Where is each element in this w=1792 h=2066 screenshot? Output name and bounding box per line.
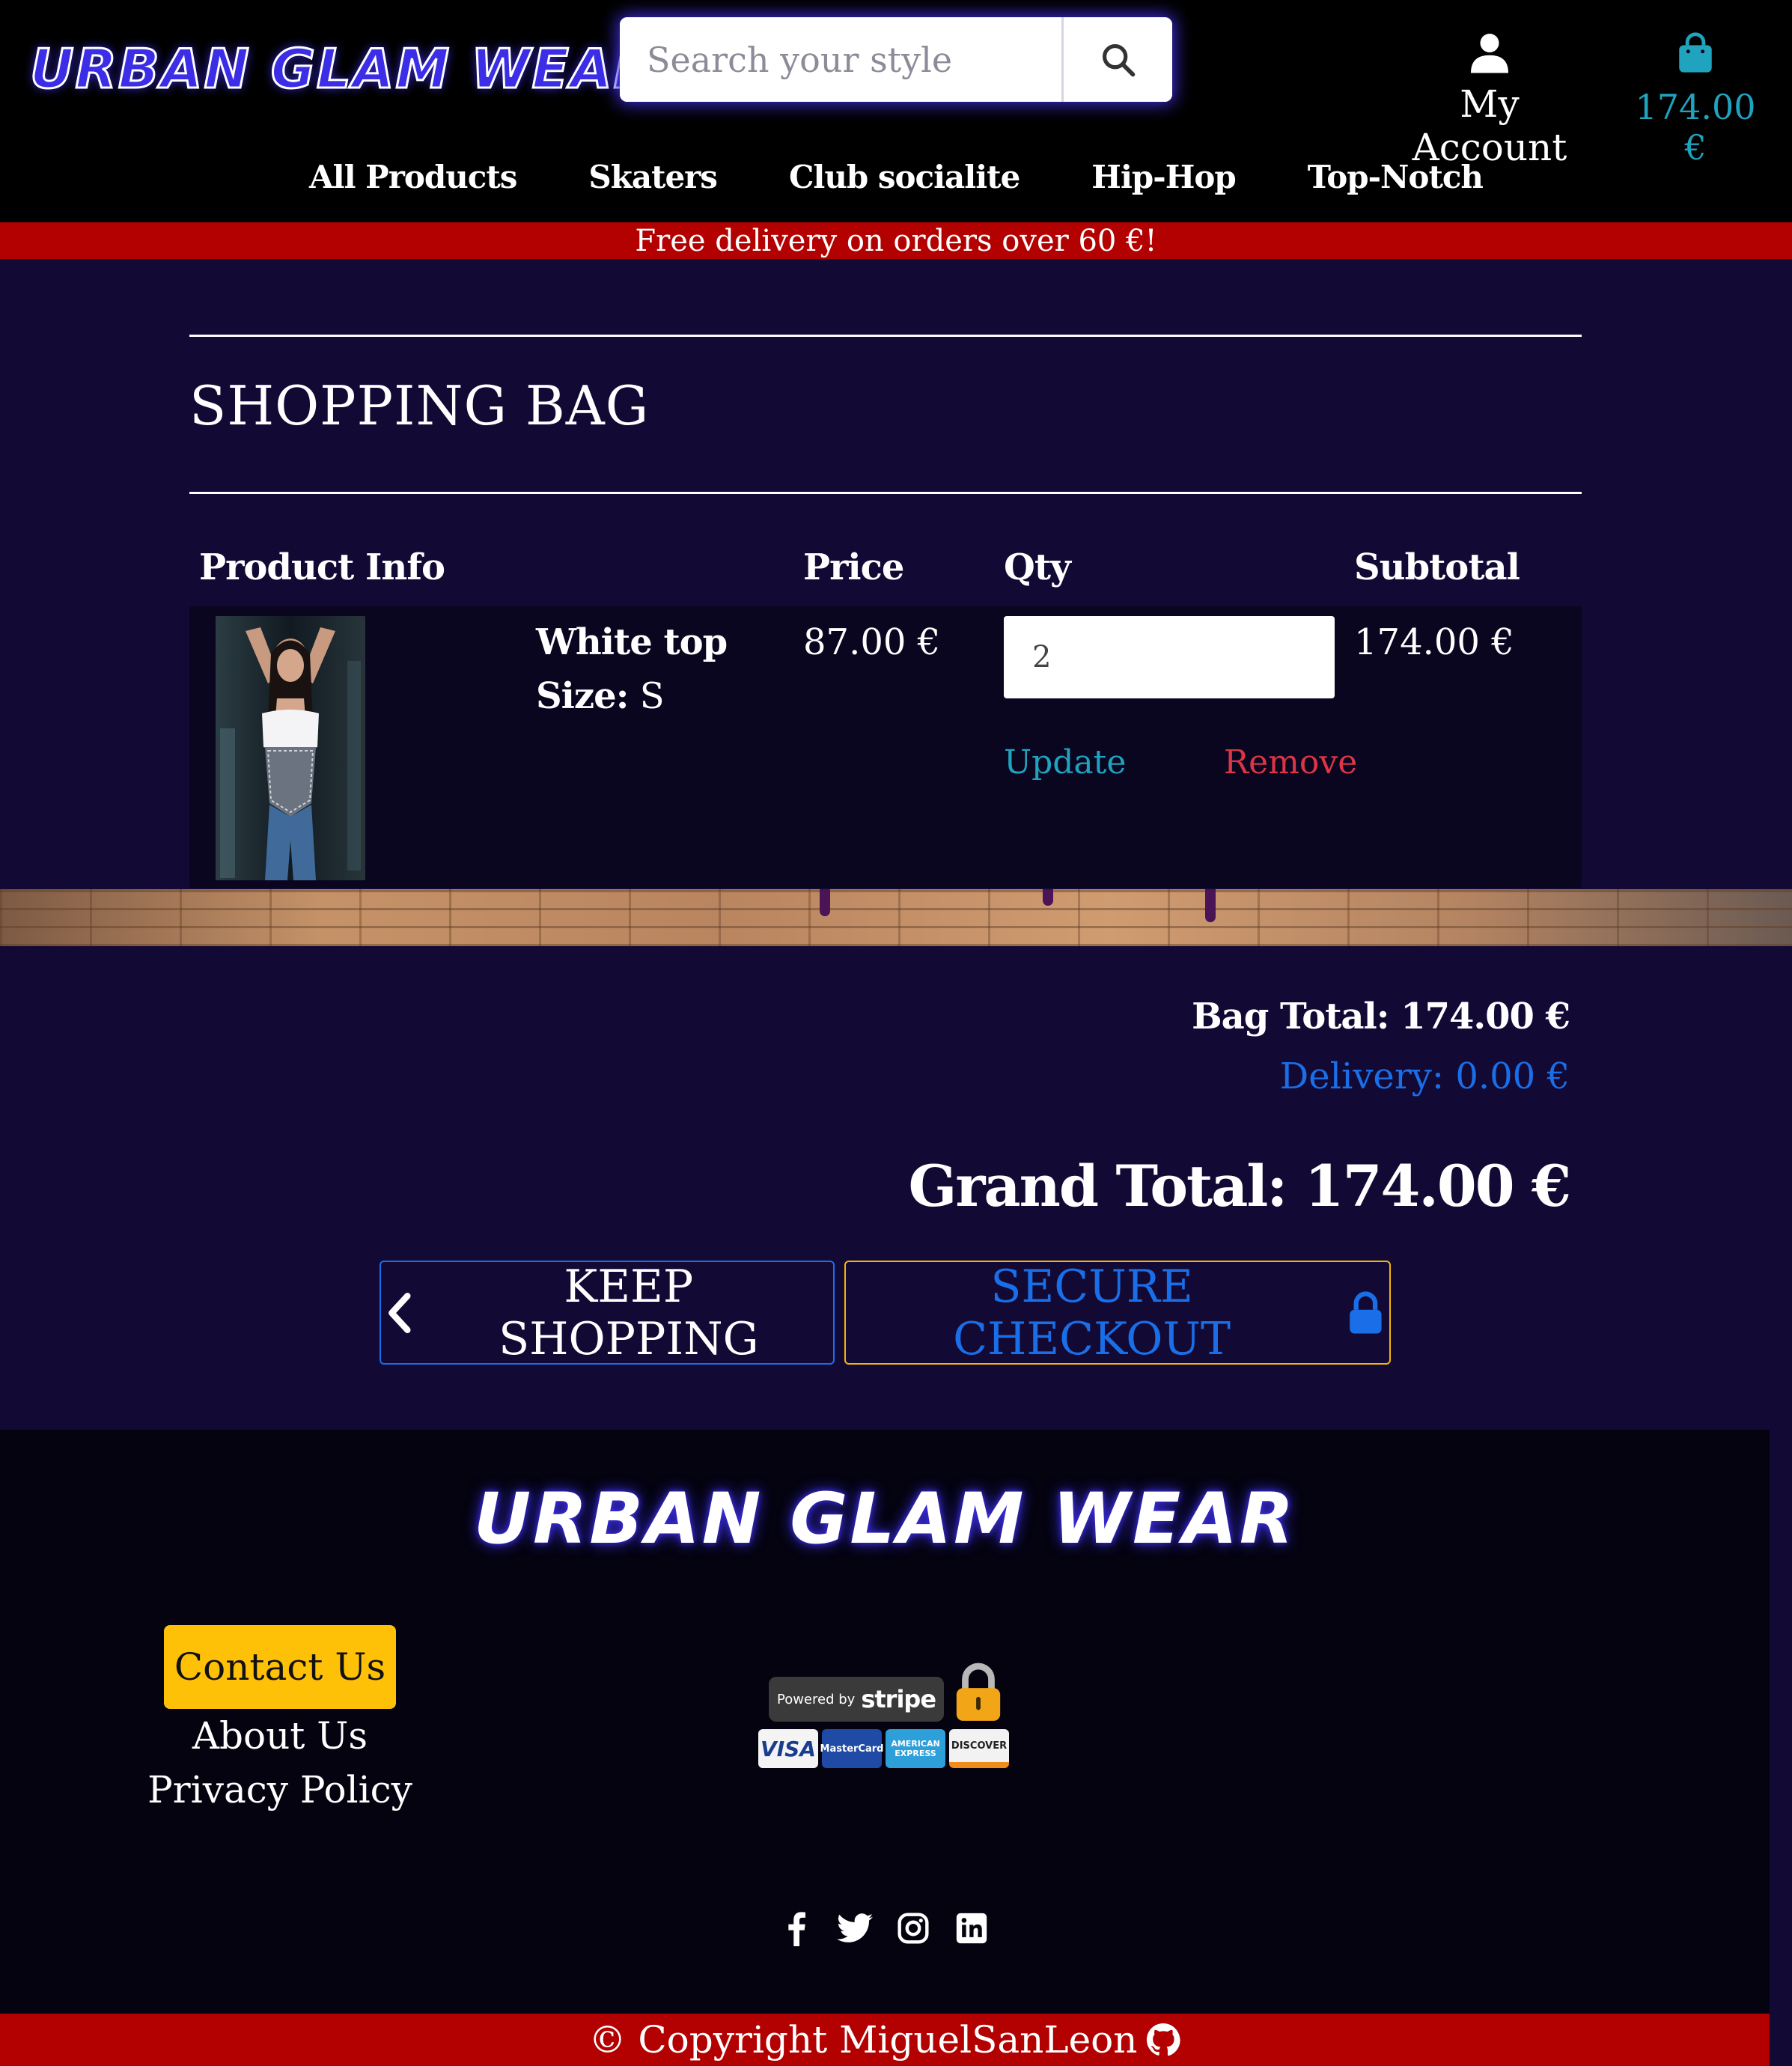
instagram-icon[interactable] [895,1910,931,1946]
main-nav: All Products Skaters Club socialite Hip-… [0,159,1792,195]
column-header-product-info: Product Info [199,546,445,588]
twitter-icon[interactable] [837,1910,873,1946]
secure-checkout-label: SECURE CHECKOUT [953,1260,1231,1365]
powered-by-stripe: Powered by stripe [769,1677,944,1722]
search-bar [620,17,1172,102]
free-delivery-banner: Free delivery on orders over 60 €! [0,222,1792,259]
shopping-bag-link[interactable]: 174.00 € [1624,30,1767,168]
divider [189,335,1582,337]
grand-total: Grand Total: 174.00 € [908,1153,1571,1219]
my-account-link[interactable]: My Account [1392,30,1587,169]
divider [189,492,1582,494]
bag-total: Bag Total: 174.00 € [1192,996,1570,1037]
about-us-link[interactable]: About Us [164,1714,396,1758]
powered-by-label: Powered by [776,1691,856,1707]
page-title: SHOPPING BAG [189,374,650,437]
site-logo[interactable]: URBAN GLAM WEAR [28,37,656,102]
column-header-subtotal: Subtotal [1354,546,1520,588]
quantity-input[interactable] [1004,616,1335,698]
nav-skaters[interactable]: Skaters [588,159,718,195]
secure-checkout-button[interactable]: SECURE CHECKOUT [844,1261,1391,1365]
paint-drip [1043,889,1053,906]
linkedin-icon[interactable] [954,1910,990,1946]
visa-logo: VISA [758,1729,818,1768]
brick-wall-decoration [0,889,1792,946]
my-account-label: My Account [1412,82,1567,169]
nav-club-socialite[interactable]: Club socialite [789,159,1020,195]
social-links [778,1910,990,1946]
contact-us-button[interactable]: Contact Us [164,1625,396,1709]
footer-logo: URBAN GLAM WEAR [473,1478,1296,1560]
product-name[interactable]: White top [536,621,728,663]
mastercard-logo: MasterCard [820,1729,883,1768]
nav-top-notch[interactable]: Top-Notch [1308,159,1484,195]
padlock-icon [956,1663,1001,1721]
search-button[interactable] [1061,17,1172,102]
paint-drip [1205,889,1216,922]
github-icon[interactable] [1146,2023,1181,2057]
amex-logo: AMERICAN EXPRESS [886,1729,945,1768]
delivery-cost: Delivery: 0.00 € [1279,1055,1570,1097]
product-price: 87.00 € [803,621,941,663]
stripe-wordmark: stripe [861,1685,936,1713]
nav-hip-hop[interactable]: Hip-Hop [1091,159,1236,195]
product-size: Size: S [536,675,665,717]
keep-shopping-label: KEEP SHOPPING [499,1260,759,1365]
column-header-price: Price [803,546,904,588]
privacy-policy-link[interactable]: Privacy Policy [142,1768,418,1811]
facebook-icon[interactable] [778,1910,814,1946]
user-icon [1471,34,1508,73]
search-input[interactable] [620,17,1061,102]
copyright-bar: © Copyright MiguelSanLeon [0,2014,1770,2066]
copyright-text: © Copyright MiguelSanLeon [588,2018,1138,2062]
paint-drip [820,889,830,916]
search-icon [1102,43,1135,76]
keep-shopping-button[interactable]: KEEP SHOPPING [380,1261,835,1365]
chevron-left-icon [388,1292,411,1333]
update-quantity-link[interactable]: Update [1004,743,1126,781]
size-value: S [639,675,665,717]
size-label: Size: [536,675,629,717]
shopping-bag-icon [1679,32,1712,73]
nav-all-products[interactable]: All Products [309,159,517,195]
remove-item-link[interactable]: Remove [1224,743,1357,781]
lock-icon [1350,1291,1382,1334]
column-header-qty: Qty [1004,546,1071,588]
discover-logo: DISCOVER [949,1729,1009,1768]
bag-total-amount: 174.00 € [1635,87,1756,168]
product-subtotal: 174.00 € [1354,621,1514,663]
product-image[interactable] [216,616,365,880]
